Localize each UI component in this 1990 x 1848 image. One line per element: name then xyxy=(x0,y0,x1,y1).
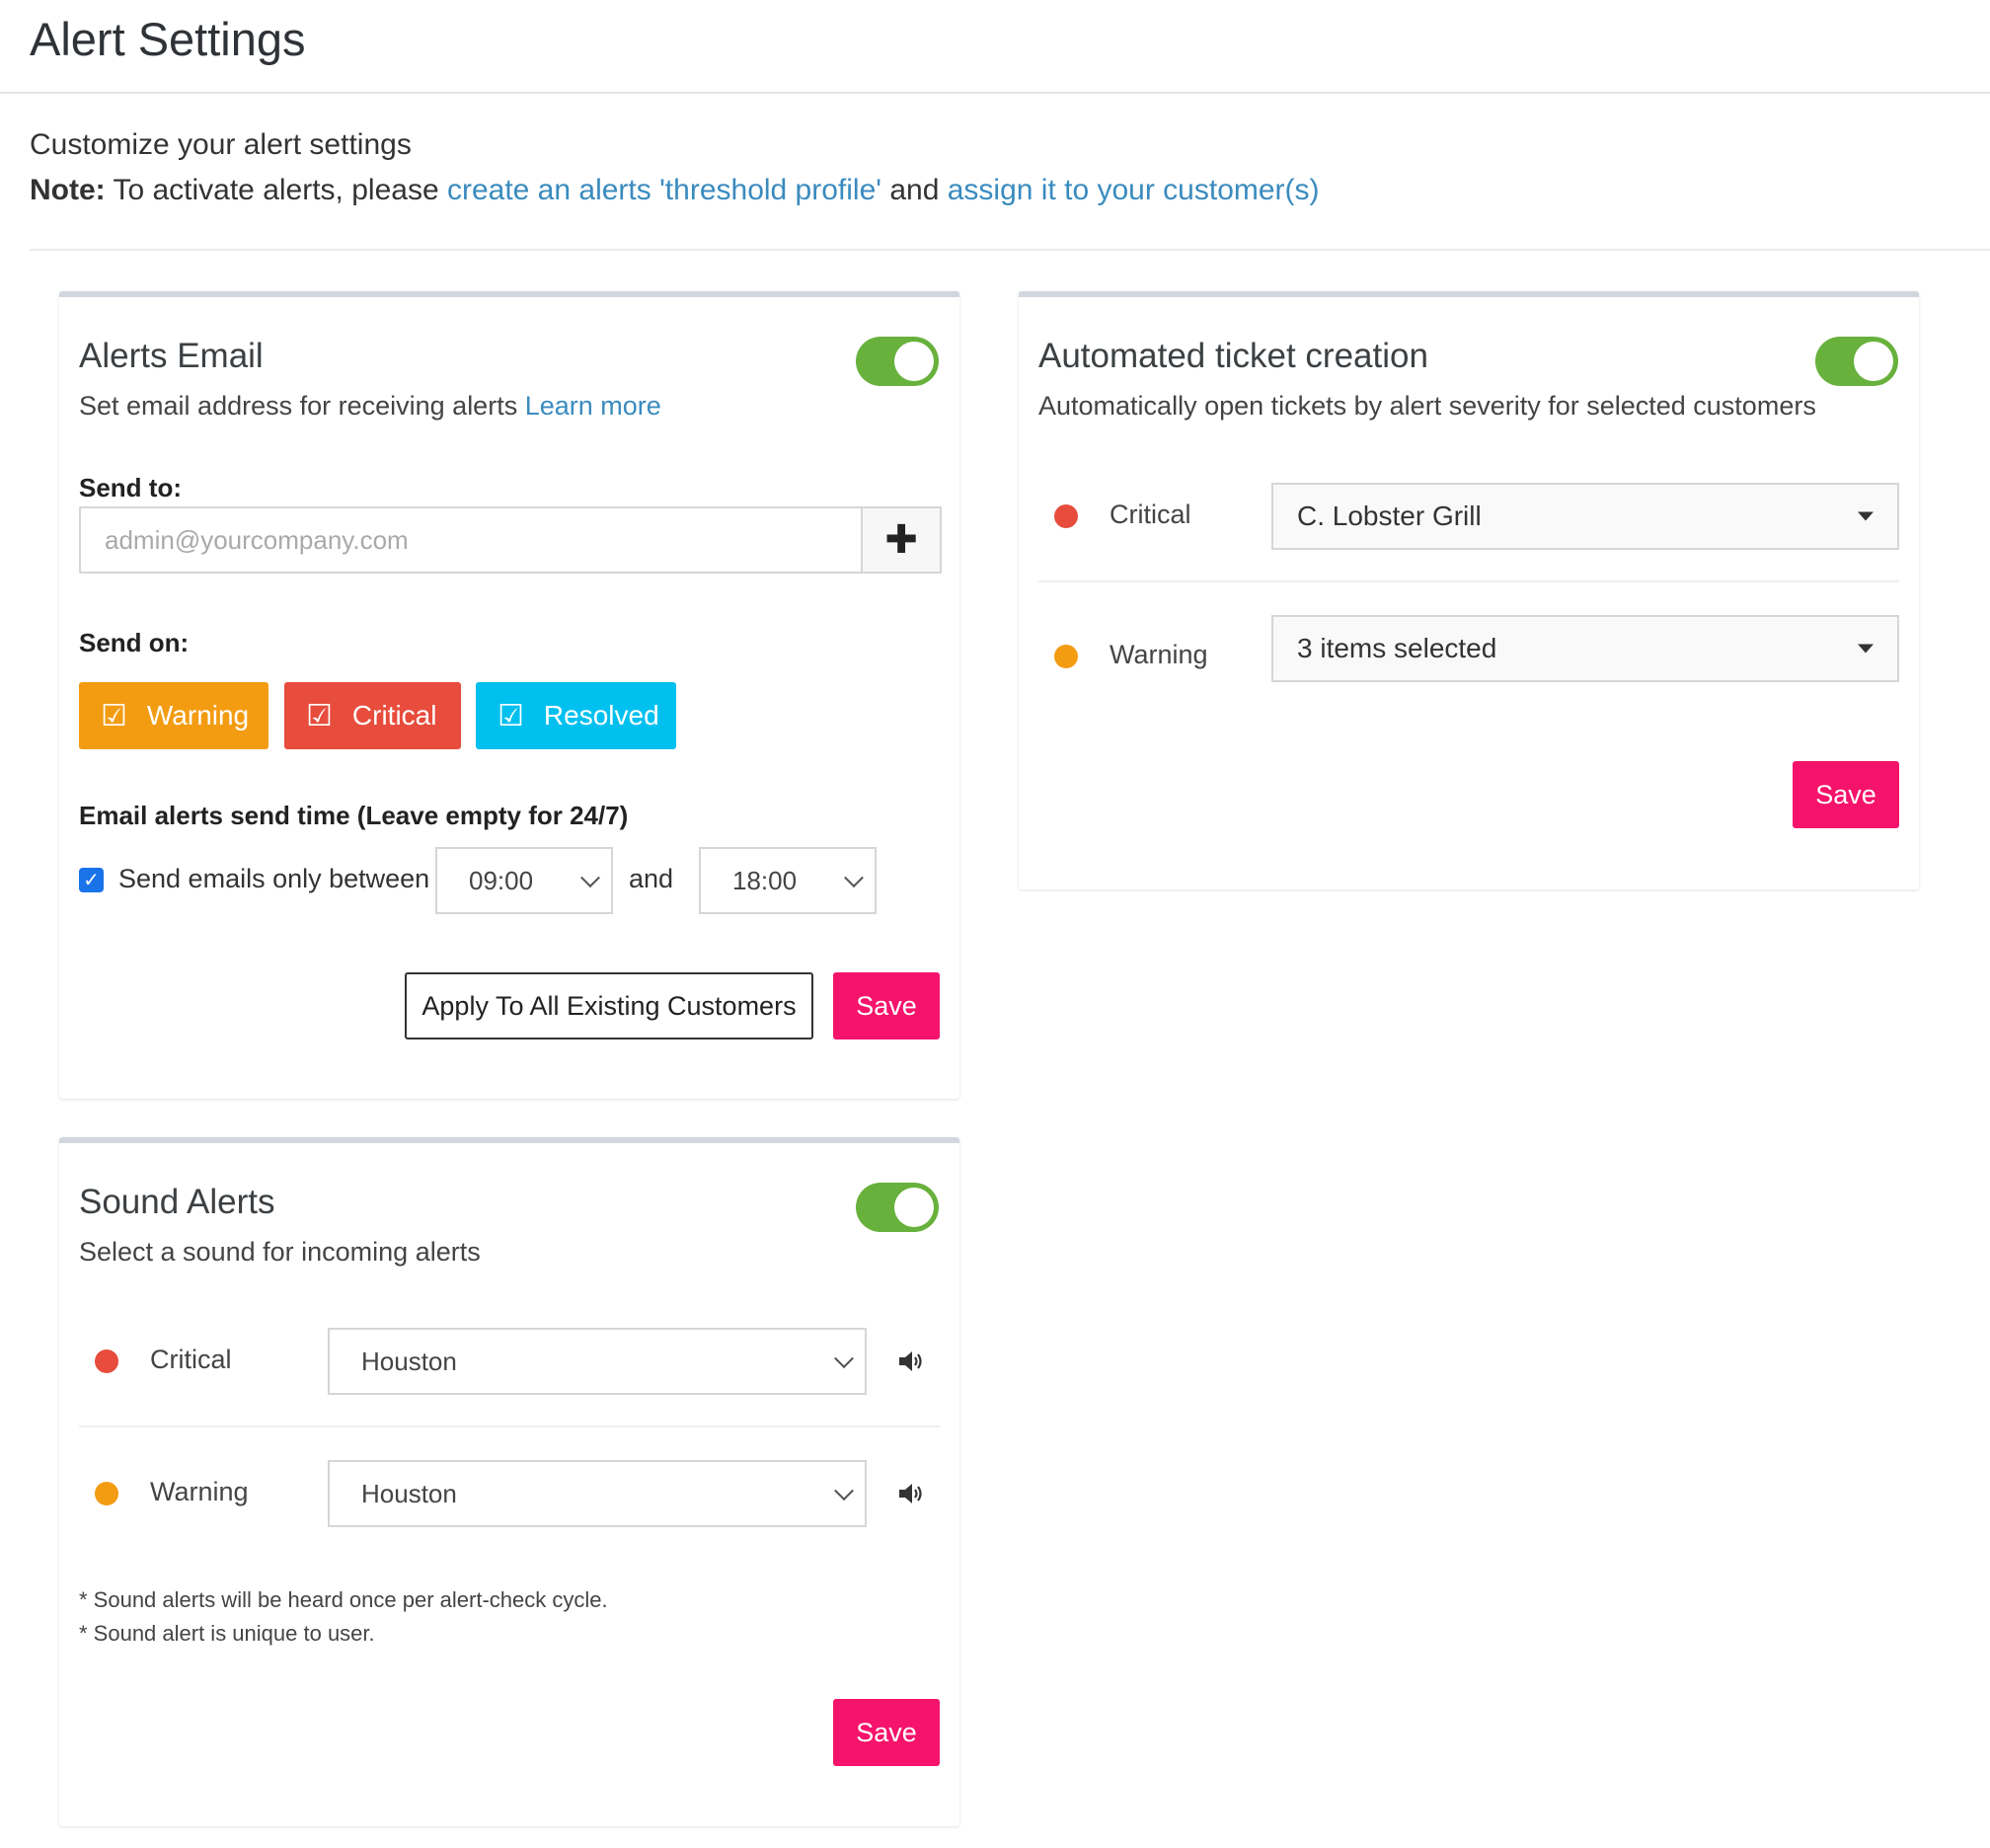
resolved-toggle-button[interactable]: ☑ Resolved xyxy=(476,682,676,749)
ticket-warning-label: Warning xyxy=(1110,640,1208,669)
warning-dot xyxy=(1054,645,1078,668)
send-to-label: Send to: xyxy=(79,473,182,502)
add-email-button[interactable]: ✚ xyxy=(863,506,942,574)
note-label: Note: xyxy=(30,174,106,206)
warning-button-label: Warning xyxy=(146,700,250,731)
chevron-down-icon xyxy=(834,1481,854,1502)
toggle-knob xyxy=(894,1188,934,1227)
row-divider xyxy=(1038,580,1899,582)
sound-critical-label: Critical xyxy=(150,1345,232,1374)
alerts-email-save-button[interactable]: Save xyxy=(833,972,940,1040)
sound-alerts-save-button[interactable]: Save xyxy=(833,1699,940,1766)
note-text: To activate alerts, please xyxy=(105,174,447,206)
alerts-email-subtitle: Set email address for receiving alerts L… xyxy=(79,391,661,422)
ticket-critical-label: Critical xyxy=(1110,500,1191,529)
ticket-creation-toggle[interactable] xyxy=(1815,337,1898,386)
speaker-icon[interactable] xyxy=(896,1347,926,1376)
alerts-email-title: Alerts Email xyxy=(79,337,264,375)
sound-alerts-card: Sound Alerts Select a sound for incoming… xyxy=(59,1137,959,1826)
send-on-label: Send on: xyxy=(79,628,190,657)
apply-all-customers-button[interactable]: Apply To All Existing Customers xyxy=(405,972,813,1040)
toggle-knob xyxy=(1854,342,1893,381)
toggle-knob xyxy=(894,342,934,381)
note-and-text: and xyxy=(881,174,948,206)
assign-customer-link[interactable]: assign it to your customer(s) xyxy=(948,174,1320,206)
critical-sound-value: Houston xyxy=(361,1346,457,1376)
start-time-select[interactable]: 09:00 xyxy=(435,847,613,914)
ticket-creation-subtitle: Automatically open tickets by alert seve… xyxy=(1038,391,1816,421)
chevron-down-icon xyxy=(844,868,864,888)
chevron-down-icon xyxy=(580,868,600,888)
warning-toggle-button[interactable]: ☑ Warning xyxy=(79,682,268,749)
critical-dot xyxy=(1054,504,1078,528)
sound-alerts-toggle[interactable] xyxy=(856,1183,939,1232)
row-divider xyxy=(79,1425,940,1427)
caret-down-icon xyxy=(1858,511,1874,521)
alerts-email-subtitle-text: Set email address for receiving alerts xyxy=(79,391,525,421)
send-between-checkbox[interactable]: ✓ xyxy=(79,868,104,892)
send-time-label: Email alerts send time (Leave empty for … xyxy=(79,801,629,830)
send-between-label: Send emails only between xyxy=(118,864,430,893)
warning-dot xyxy=(95,1482,118,1505)
caret-down-icon xyxy=(1858,644,1874,654)
page-header: Alert Settings xyxy=(0,0,1990,94)
resolved-button-label: Resolved xyxy=(543,700,659,731)
check-square-icon: ☑ xyxy=(498,699,524,732)
warning-sound-select[interactable]: Houston xyxy=(328,1460,867,1527)
sound-warning-label: Warning xyxy=(150,1477,249,1506)
warning-customer-select[interactable]: 3 items selected xyxy=(1271,615,1899,682)
critical-button-label: Critical xyxy=(351,700,437,731)
check-square-icon: ☑ xyxy=(306,699,333,732)
speaker-icon[interactable] xyxy=(896,1479,926,1508)
start-time-value: 09:00 xyxy=(469,865,534,895)
ticket-creation-save-button[interactable]: Save xyxy=(1793,761,1899,828)
warning-sound-value: Houston xyxy=(361,1478,457,1508)
check-square-icon: ☑ xyxy=(101,699,127,732)
intro-note: Note: To activate alerts, please create … xyxy=(30,168,1990,213)
end-time-value: 18:00 xyxy=(732,865,798,895)
sound-alerts-title: Sound Alerts xyxy=(79,1183,275,1221)
chevron-down-icon xyxy=(834,1348,854,1369)
end-time-select[interactable]: 18:00 xyxy=(699,847,877,914)
alerts-email-card: Alerts Email Set email address for recei… xyxy=(59,291,959,1099)
intro-divider xyxy=(30,249,1990,251)
and-label: and xyxy=(629,864,674,893)
critical-toggle-button[interactable]: ☑ Critical xyxy=(284,682,461,749)
warning-customer-value: 3 items selected xyxy=(1297,633,1497,663)
threshold-profile-link[interactable]: create an alerts 'threshold profile' xyxy=(447,174,881,206)
critical-sound-select[interactable]: Houston xyxy=(328,1328,867,1395)
footnote-cycle: * Sound alerts will be heard once per al… xyxy=(79,1587,608,1612)
sound-alerts-subtitle: Select a sound for incoming alerts xyxy=(79,1237,481,1267)
critical-customer-select[interactable]: C. Lobster Grill xyxy=(1271,483,1899,550)
intro-section: Customize your alert settings Note: To a… xyxy=(30,122,1990,213)
page-title: Alert Settings xyxy=(30,13,306,65)
ticket-creation-title: Automated ticket creation xyxy=(1038,337,1428,375)
critical-dot xyxy=(95,1349,118,1373)
critical-customer-value: C. Lobster Grill xyxy=(1297,500,1482,531)
plus-icon: ✚ xyxy=(884,518,918,562)
footnote-unique: * Sound alert is unique to user. xyxy=(79,1621,375,1646)
learn-more-link[interactable]: Learn more xyxy=(525,391,661,421)
email-input[interactable] xyxy=(79,506,863,574)
ticket-creation-card: Automated ticket creation Automatically … xyxy=(1019,291,1919,889)
alerts-email-toggle[interactable] xyxy=(856,337,939,386)
intro-text: Customize your alert settings xyxy=(30,128,412,161)
